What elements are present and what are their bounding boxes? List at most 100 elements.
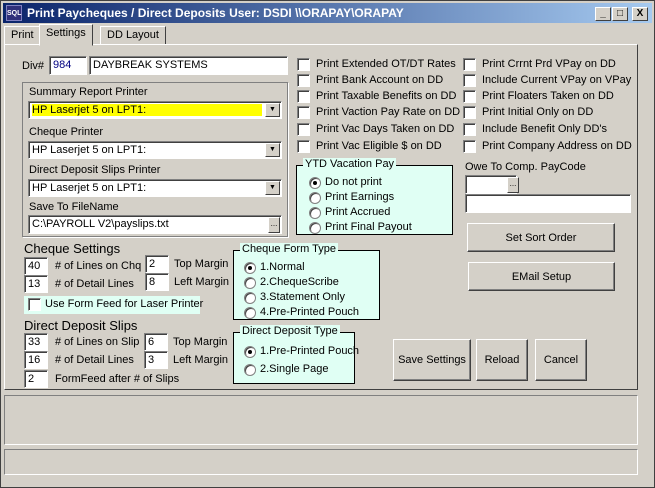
tab-settings[interactable]: Settings — [39, 24, 93, 46]
save-settings-button[interactable]: Save Settings — [393, 339, 471, 381]
form-feed-checkbox[interactable] — [28, 298, 41, 311]
title-bar[interactable]: SQL Print Paycheques / Direct Deposits U… — [3, 3, 652, 23]
dd-type-option-label: 1.Pre-Printed Pouch — [260, 345, 360, 357]
owe-browse-button[interactable]: ... — [507, 177, 519, 193]
lines-on-chq-label: # of Lines on Chq — [55, 260, 142, 272]
save-filename-field[interactable]: C:\PAYROLL V2\payslips.txt — [28, 215, 282, 234]
dd-type-title: Direct Deposit Type — [240, 325, 340, 337]
dd-type-radio-single[interactable] — [244, 364, 256, 376]
cheque-form-radio-pouch[interactable] — [244, 307, 256, 319]
chq-left-margin-label: Left Margin — [174, 276, 230, 288]
div-code-field[interactable]: 984 — [49, 56, 87, 75]
dd-left-margin-field[interactable]: 3 — [144, 351, 168, 369]
tab-dd-layout[interactable]: DD Layout — [100, 26, 166, 45]
option-floaters-checkbox[interactable] — [463, 90, 476, 103]
main-window: SQL Print Paycheques / Direct Deposits U… — [0, 0, 655, 488]
div-label: Div# — [22, 60, 45, 72]
option-include-vpay-checkbox[interactable] — [463, 74, 476, 87]
save-filename-label: Save To FileName — [29, 201, 119, 213]
reload-button[interactable]: Reload — [476, 339, 528, 381]
option-vac-days-checkbox[interactable] — [297, 123, 310, 136]
cheque-form-option-label: 3.Statement Only — [260, 291, 345, 303]
cheque-form-option-label: 2.ChequeScribe — [260, 276, 339, 288]
option-label: Print Vac Eligible $ on DD — [316, 140, 442, 152]
dd-top-margin-field[interactable]: 6 — [144, 333, 168, 351]
dd-type-option-label: 2.Single Page — [260, 363, 329, 375]
option-taxable-benefits-checkbox[interactable] — [297, 90, 310, 103]
option-company-address-checkbox[interactable] — [463, 140, 476, 153]
option-benefit-only-checkbox[interactable] — [463, 123, 476, 136]
settings-panel: Div# 984 DAYBREAK SYSTEMS Summary Report… — [4, 44, 638, 390]
cheque-form-type-title: Cheque Form Type — [240, 243, 338, 255]
chq-top-margin-field[interactable]: 2 — [145, 255, 169, 273]
option-bank-account-checkbox[interactable] — [297, 74, 310, 87]
owe-paycode-desc-field[interactable] — [465, 194, 631, 213]
option-label: Print Extended OT/DT Rates — [316, 58, 456, 70]
chq-detail-lines-field[interactable]: 13 — [24, 275, 48, 293]
summary-printer-label: Summary Report Printer — [29, 86, 148, 98]
option-label: Print Vac Days Taken on DD — [316, 123, 455, 135]
option-extended-ot-checkbox[interactable] — [297, 58, 310, 71]
dd-type-radio-pouch[interactable] — [244, 346, 256, 358]
dd-printer-label: Direct Deposit Slips Printer — [29, 164, 161, 176]
option-label: Include Current VPay on VPay — [482, 74, 632, 86]
ytd-radio-final-payout[interactable] — [309, 222, 321, 234]
chevron-down-icon[interactable]: ▼ — [265, 181, 280, 195]
lines-on-chq-field[interactable]: 40 — [24, 257, 48, 275]
cheque-printer-value: HP Laserjet 5 on LPT1: — [32, 144, 147, 156]
dd-printer-select[interactable]: HP Laserjet 5 on LPT1: ▼ — [28, 179, 282, 197]
cheque-form-radio-chequescribe[interactable] — [244, 277, 256, 289]
chq-left-margin-field[interactable]: 8 — [145, 273, 169, 291]
chevron-down-icon[interactable]: ▼ — [265, 143, 280, 157]
cheque-printer-select[interactable]: HP Laserjet 5 on LPT1: ▼ — [28, 141, 282, 159]
cancel-button[interactable]: Cancel — [535, 339, 587, 381]
option-label: Print Floaters Taken on DD — [482, 90, 614, 102]
dd-detail-lines-field[interactable]: 16 — [24, 351, 48, 369]
ytd-option-label: Print Earnings — [325, 191, 395, 203]
maximize-button[interactable]: □ — [612, 7, 628, 21]
lines-on-slip-field[interactable]: 33 — [24, 333, 48, 351]
close-button[interactable]: X — [632, 7, 648, 21]
summary-printer-select[interactable]: HP Laserjet 5 on LPT1: ▼ — [28, 101, 282, 119]
cheque-form-radio-statement[interactable] — [244, 292, 256, 304]
ytd-option-label: Print Accrued — [325, 206, 391, 218]
cheque-form-option-label: 4.Pre-Printed Pouch — [260, 306, 360, 318]
tab-print[interactable]: Print — [4, 26, 41, 45]
ytd-vacation-group: YTD Vacation Pay Do not print Print Earn… — [296, 158, 453, 235]
printers-group: Summary Report Printer HP Laserjet 5 on … — [22, 82, 288, 237]
browse-file-button[interactable]: ... — [268, 217, 280, 233]
cheque-form-type-group: Cheque Form Type 1.Normal 2.ChequeScribe… — [233, 243, 380, 320]
cheque-settings-title: Cheque Settings — [24, 241, 121, 256]
ytd-radio-do-not-print[interactable] — [309, 177, 321, 189]
div-name-field[interactable]: DAYBREAK SYSTEMS — [89, 56, 288, 75]
option-crrnt-vpay-checkbox[interactable] — [463, 58, 476, 71]
app-icon: SQL — [6, 5, 22, 21]
dd-slips-title: Direct Deposit Slips — [24, 318, 138, 333]
dd-printer-value: HP Laserjet 5 on LPT1: — [32, 182, 147, 194]
status-bar — [4, 449, 638, 475]
set-sort-order-button[interactable]: Set Sort Order — [467, 223, 615, 252]
status-area — [4, 395, 638, 445]
option-vacation-rate-checkbox[interactable] — [297, 106, 310, 119]
summary-printer-value: HP Laserjet 5 on LPT1: — [32, 104, 262, 116]
option-vac-eligible-checkbox[interactable] — [297, 140, 310, 153]
formfeed-slips-field[interactable]: 2 — [24, 370, 48, 388]
chevron-down-icon[interactable]: ▼ — [265, 103, 280, 117]
option-label: Print Initial Only on DD — [482, 106, 594, 118]
form-feed-label: Use Form Feed for Laser Printer — [45, 298, 204, 310]
ytd-radio-earnings[interactable] — [309, 192, 321, 204]
lines-on-slip-label: # of Lines on Slip — [55, 336, 140, 348]
formfeed-slips-label: FormFeed after # of Slips — [55, 373, 180, 385]
form-feed-row[interactable]: Use Form Feed for Laser Printer — [24, 296, 204, 314]
ytd-option-label: Do not print — [325, 176, 382, 188]
email-setup-button[interactable]: EMail Setup — [468, 262, 615, 291]
cheque-form-radio-normal[interactable] — [244, 262, 256, 274]
ytd-radio-accrued[interactable] — [309, 207, 321, 219]
cheque-printer-label: Cheque Printer — [29, 126, 103, 138]
minimize-button[interactable]: _ — [595, 7, 611, 21]
option-initial-only-checkbox[interactable] — [463, 106, 476, 119]
option-label: Print Taxable Benefits on DD — [316, 90, 457, 102]
option-label: Print Company Address on DD — [482, 140, 632, 152]
chq-top-margin-label: Top Margin — [174, 258, 229, 270]
dd-left-margin-label: Left Margin — [173, 354, 229, 366]
